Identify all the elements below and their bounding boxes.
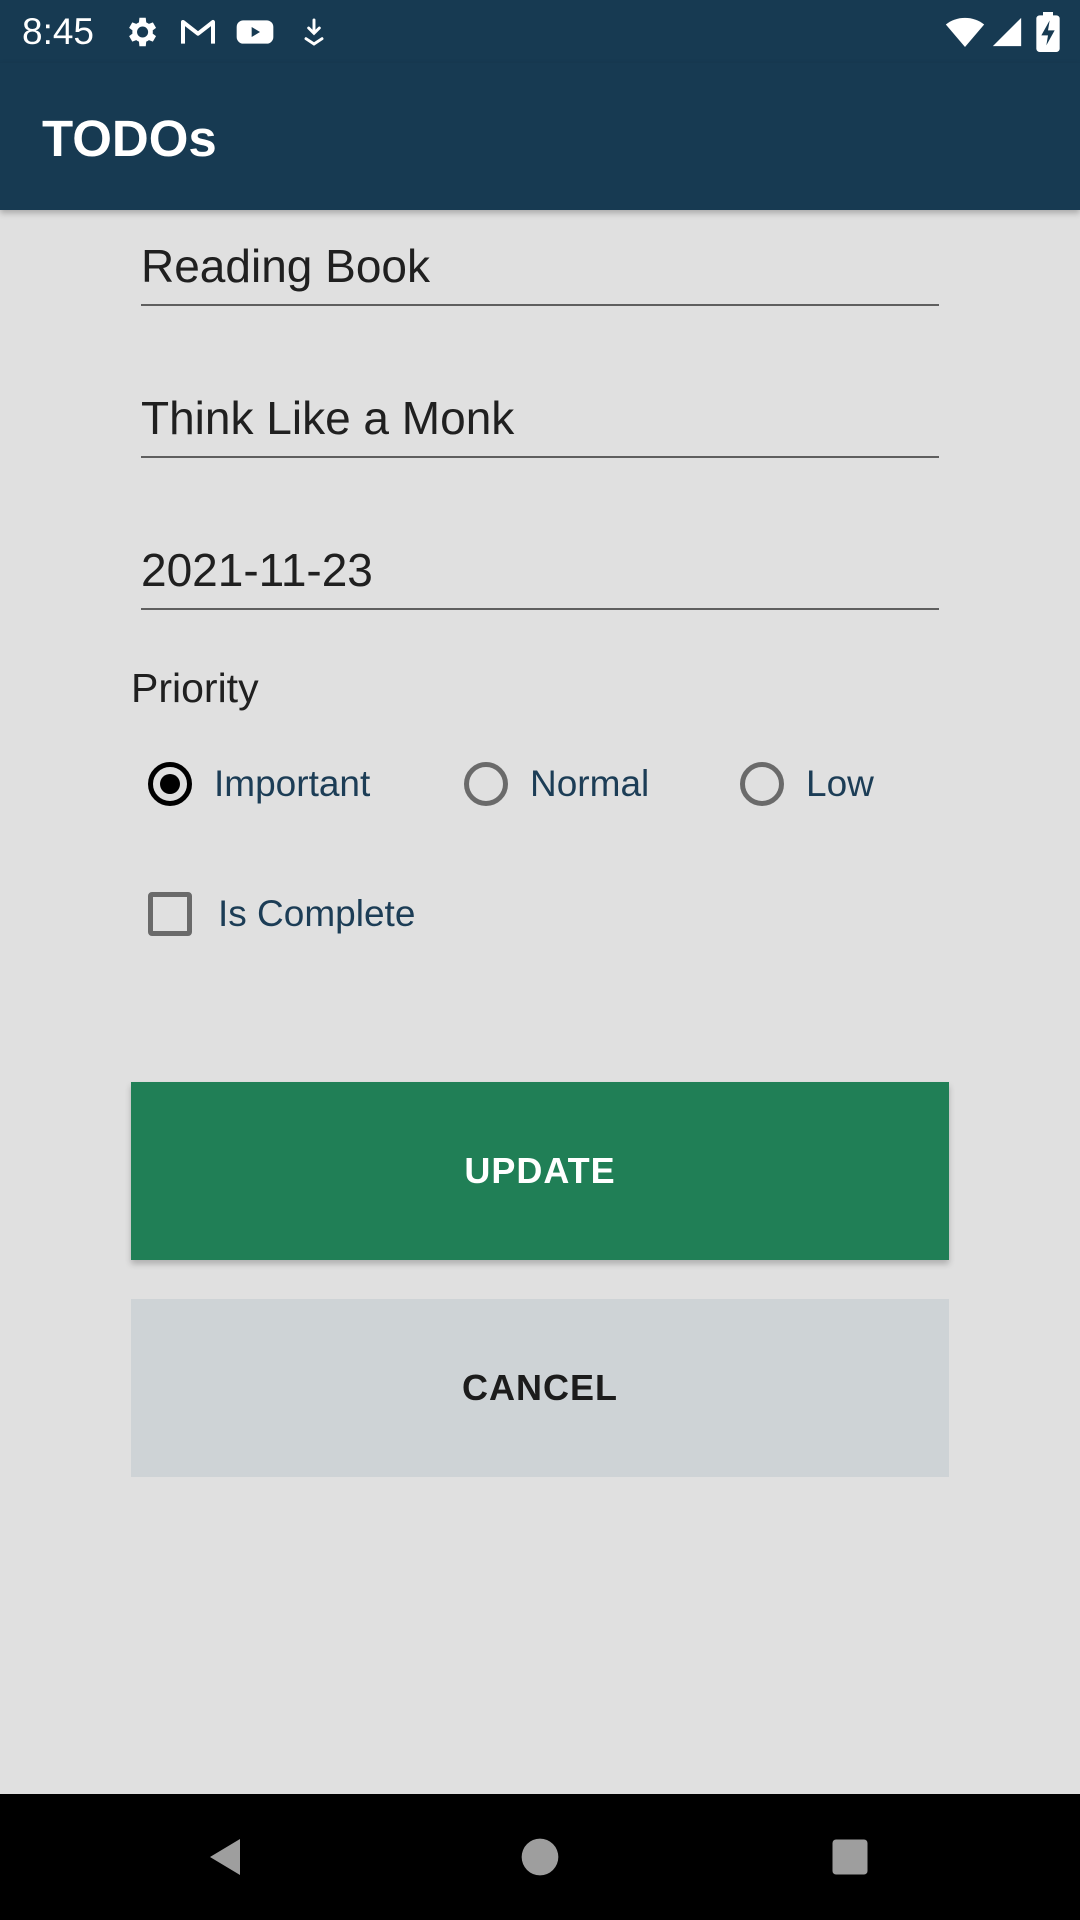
radio-unchecked-icon — [740, 762, 784, 806]
radio-important[interactable]: Important — [148, 756, 370, 812]
cancel-button[interactable]: CANCEL — [131, 1299, 949, 1477]
app-bar: TODOs — [0, 63, 1080, 210]
gmail-icon — [178, 12, 218, 52]
radio-low[interactable]: Low — [740, 756, 874, 812]
wifi-icon — [944, 12, 986, 52]
radio-unchecked-icon — [464, 762, 508, 806]
title-input[interactable] — [141, 234, 939, 306]
radio-normal[interactable]: Normal — [464, 756, 649, 812]
checkbox-unchecked-icon — [148, 892, 192, 936]
youtube-icon — [234, 12, 276, 52]
update-button[interactable]: UPDATE — [131, 1082, 949, 1260]
home-icon[interactable] — [510, 1827, 570, 1887]
is-complete-label: Is Complete — [218, 893, 416, 934]
radio-label-low: Low — [806, 763, 874, 804]
battery-charging-icon — [1036, 12, 1060, 53]
description-input[interactable] — [141, 386, 939, 458]
status-time: 8:45 — [22, 11, 95, 52]
radio-checked-icon — [148, 762, 192, 806]
date-input[interactable] — [141, 538, 939, 610]
recents-icon[interactable] — [820, 1827, 880, 1887]
is-complete-checkbox[interactable]: Is Complete — [148, 886, 415, 942]
navigation-bar — [0, 1794, 1080, 1920]
settings-icon — [122, 12, 160, 52]
app-title: TODOs — [42, 110, 217, 167]
radio-label-normal: Normal — [530, 763, 650, 804]
priority-label: Priority — [131, 665, 259, 711]
back-icon[interactable] — [196, 1827, 256, 1887]
signal-icon — [990, 12, 1024, 52]
status-bar: 8:45 — [0, 0, 1080, 63]
radio-label-important: Important — [214, 763, 371, 804]
download-icon — [298, 12, 330, 52]
